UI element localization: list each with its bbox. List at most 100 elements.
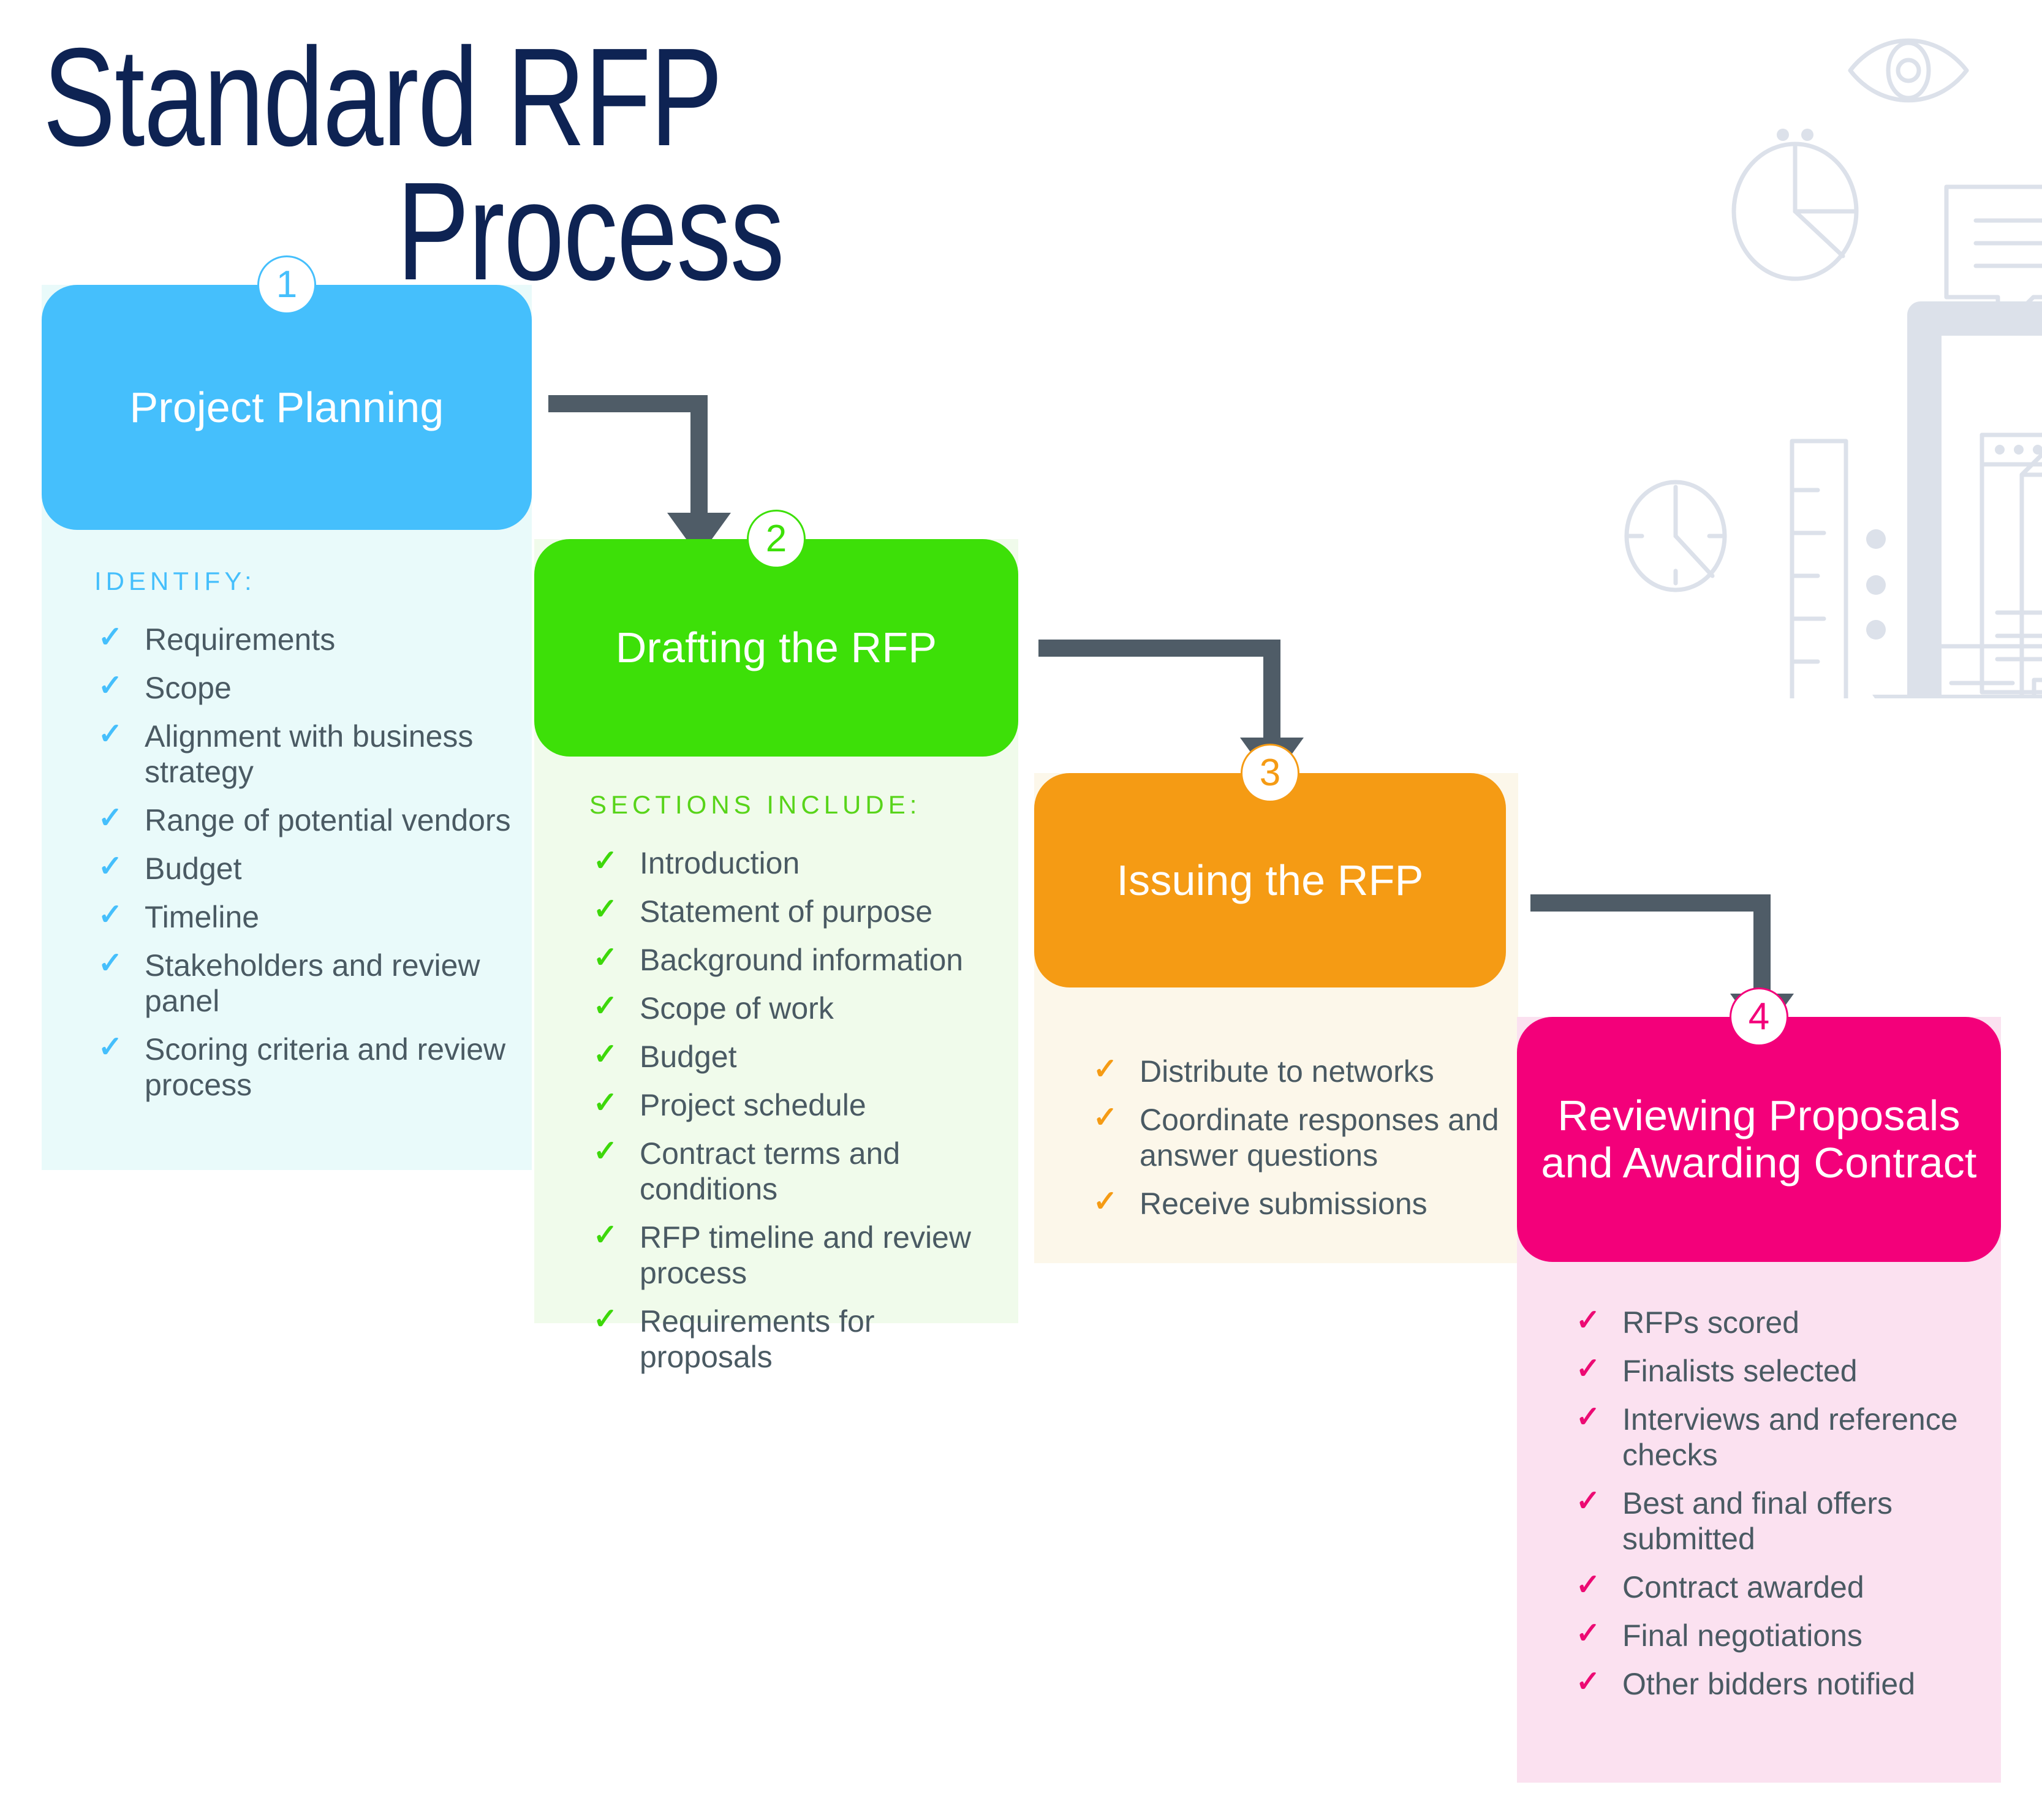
checklist-item-label: Stakeholders and review panel (145, 948, 480, 1018)
checklist-item-label: Background information (640, 943, 964, 977)
dots-icon (1866, 529, 1886, 640)
connector-arrow-1-to-2 (548, 395, 731, 561)
check-icon: ✓ (593, 1038, 618, 1071)
ruler-icon (1790, 439, 1848, 713)
checklist-item: ✓ RFPs scored (1572, 1304, 1989, 1340)
step-4-header[interactable]: Reviewing Proposals and Awarding Contrac… (1517, 1017, 2001, 1262)
checklist-item-label: Receive submissions (1140, 1187, 1428, 1221)
checklist-item: ✓ Finalists selected (1572, 1353, 1989, 1389)
step-1-number-badge: 1 (257, 255, 316, 314)
checklist-item-label: Alignment with business strategy (145, 719, 474, 789)
speech-bubble-icon (1944, 184, 2042, 335)
checklist-item-label: Final negotiations (1622, 1618, 1862, 1653)
checklist-item: ✓ Timeline (94, 899, 517, 935)
clock-icon (1624, 480, 1727, 592)
check-icon: ✓ (98, 850, 123, 883)
step-1-kicker: IDENTIFY: (94, 567, 256, 595)
step-3-number-badge: 3 (1241, 744, 1299, 802)
checklist-item: ✓ Alignment with business strategy (94, 718, 517, 790)
table-document-icon (2019, 451, 2042, 707)
step-1-number: 1 (276, 263, 298, 306)
check-icon: ✓ (593, 1303, 618, 1335)
checklist-item: ✓ Best and final offers submitted (1572, 1485, 1989, 1557)
check-icon: ✓ (1576, 1353, 1601, 1385)
page-title-line1: Standard RFP (43, 20, 723, 175)
checklist-item: ✓ Distribute to networks (1089, 1053, 1506, 1089)
checklist-item: ✓ Budget (94, 850, 517, 886)
checklist-item: ✓ Contract awarded (1572, 1569, 1989, 1605)
checklist-item-label: Coordinate responses and answer question… (1140, 1103, 1499, 1172)
check-icon: ✓ (1093, 1053, 1118, 1086)
laptop-icon (1872, 301, 2042, 747)
step-4-number: 4 (1748, 995, 1770, 1038)
checklist-item: ✓ Introduction (589, 845, 1000, 881)
page-title: Standard RFP Process (43, 20, 903, 301)
infographic-canvas: Standard RFP Process Project Planning 1 … (0, 0, 2042, 1820)
step-2-list: ✓ Introduction ✓ Statement of purpose ✓ Backg… (589, 845, 1000, 1388)
checklist-item-label: Scope of work (640, 991, 834, 1025)
check-icon: ✓ (593, 942, 618, 974)
check-icon: ✓ (593, 990, 618, 1022)
step-2-number: 2 (765, 518, 787, 560)
check-icon: ✓ (593, 1087, 618, 1119)
checklist-item-label: Distribute to networks (1140, 1054, 1434, 1089)
check-icon: ✓ (593, 1219, 618, 1252)
checklist-item-label: Statement of purpose (640, 894, 933, 929)
checklist-item-label: RFPs scored (1622, 1305, 1799, 1340)
checklist-item-label: Finalists selected (1622, 1354, 1858, 1388)
step-2-header[interactable]: Drafting the RFP (534, 539, 1018, 757)
step-2-title: Drafting the RFP (615, 624, 937, 671)
check-icon: ✓ (593, 893, 618, 926)
step-2-kicker: SECTIONS INCLUDE: (589, 790, 921, 819)
check-icon: ✓ (98, 1031, 123, 1063)
checklist-item-label: Contract awarded (1622, 1570, 1864, 1604)
step-4-title: Reviewing Proposals and Awarding Contrac… (1541, 1092, 1977, 1187)
checklist-item: ✓ Requirements (94, 621, 517, 657)
decorative-illustration (1127, 12, 2042, 918)
checklist-item: ✓ Budget (589, 1038, 1000, 1074)
check-icon: ✓ (98, 670, 123, 702)
checklist-item: ✓ Requirements for proposals (589, 1303, 1000, 1375)
check-icon: ✓ (1093, 1185, 1118, 1218)
step-4-list: ✓ RFPs scored ✓ Finalists selected ✓ Intervie… (1572, 1304, 1989, 1715)
checklist-item: ✓ RFP timeline and review process (589, 1219, 1000, 1291)
checklist-item: ✓ Project schedule (589, 1087, 1000, 1123)
checklist-item-label: RFP timeline and review process (640, 1220, 971, 1290)
step-3-title: Issuing the RFP (1116, 856, 1424, 904)
checklist-item-label: Scope (145, 671, 232, 705)
checklist-item-label: Budget (640, 1040, 737, 1074)
checklist-item: ✓ Other bidders notified (1572, 1666, 1989, 1702)
check-icon: ✓ (98, 621, 123, 654)
checklist-item: ✓ Scope (94, 670, 517, 706)
checklist-item-label: Range of potential vendors (145, 803, 511, 837)
step-2-number-badge: 2 (747, 510, 806, 568)
checklist-item-label: Best and final offers submitted (1622, 1486, 1893, 1556)
checklist-item: ✓ Statement of purpose (589, 893, 1000, 929)
check-icon: ✓ (593, 845, 618, 877)
document-icon (1930, 644, 2042, 918)
check-icon: ✓ (1576, 1401, 1601, 1433)
checklist-item: ✓ Final negotiations (1572, 1617, 1989, 1653)
checklist-item-label: Requirements (145, 622, 336, 657)
checklist-item: ✓ Interviews and reference checks (1572, 1401, 1989, 1473)
check-icon: ✓ (98, 802, 123, 834)
step-3-number: 3 (1259, 752, 1281, 794)
step-1-header[interactable]: Project Planning (42, 285, 532, 530)
checklist-item-label: Introduction (640, 846, 800, 880)
checklist-item-label: Scoring criteria and review process (145, 1032, 506, 1102)
checklist-item: ✓ Scope of work (589, 990, 1000, 1026)
checklist-item-label: Contract terms and conditions (640, 1136, 901, 1206)
check-icon: ✓ (1576, 1569, 1601, 1601)
step-3-list: ✓ Distribute to networks ✓ Coordinate respo… (1089, 1053, 1506, 1234)
checklist-item: ✓ Range of potential vendors (94, 802, 517, 838)
eye-icon (1848, 38, 1969, 103)
checklist-item-label: Other bidders notified (1622, 1667, 1916, 1701)
check-icon: ✓ (1576, 1304, 1601, 1337)
check-icon: ✓ (1576, 1617, 1601, 1650)
checklist-item-label: Project schedule (640, 1088, 866, 1122)
checklist-item-label: Budget (145, 851, 242, 886)
checklist-item-label: Requirements for proposals (640, 1304, 875, 1374)
step-4-number-badge: 4 (1730, 987, 1788, 1046)
step-3-header[interactable]: Issuing the RFP (1034, 773, 1506, 987)
checklist-item: ✓ Coordinate responses and answer questio… (1089, 1101, 1506, 1173)
